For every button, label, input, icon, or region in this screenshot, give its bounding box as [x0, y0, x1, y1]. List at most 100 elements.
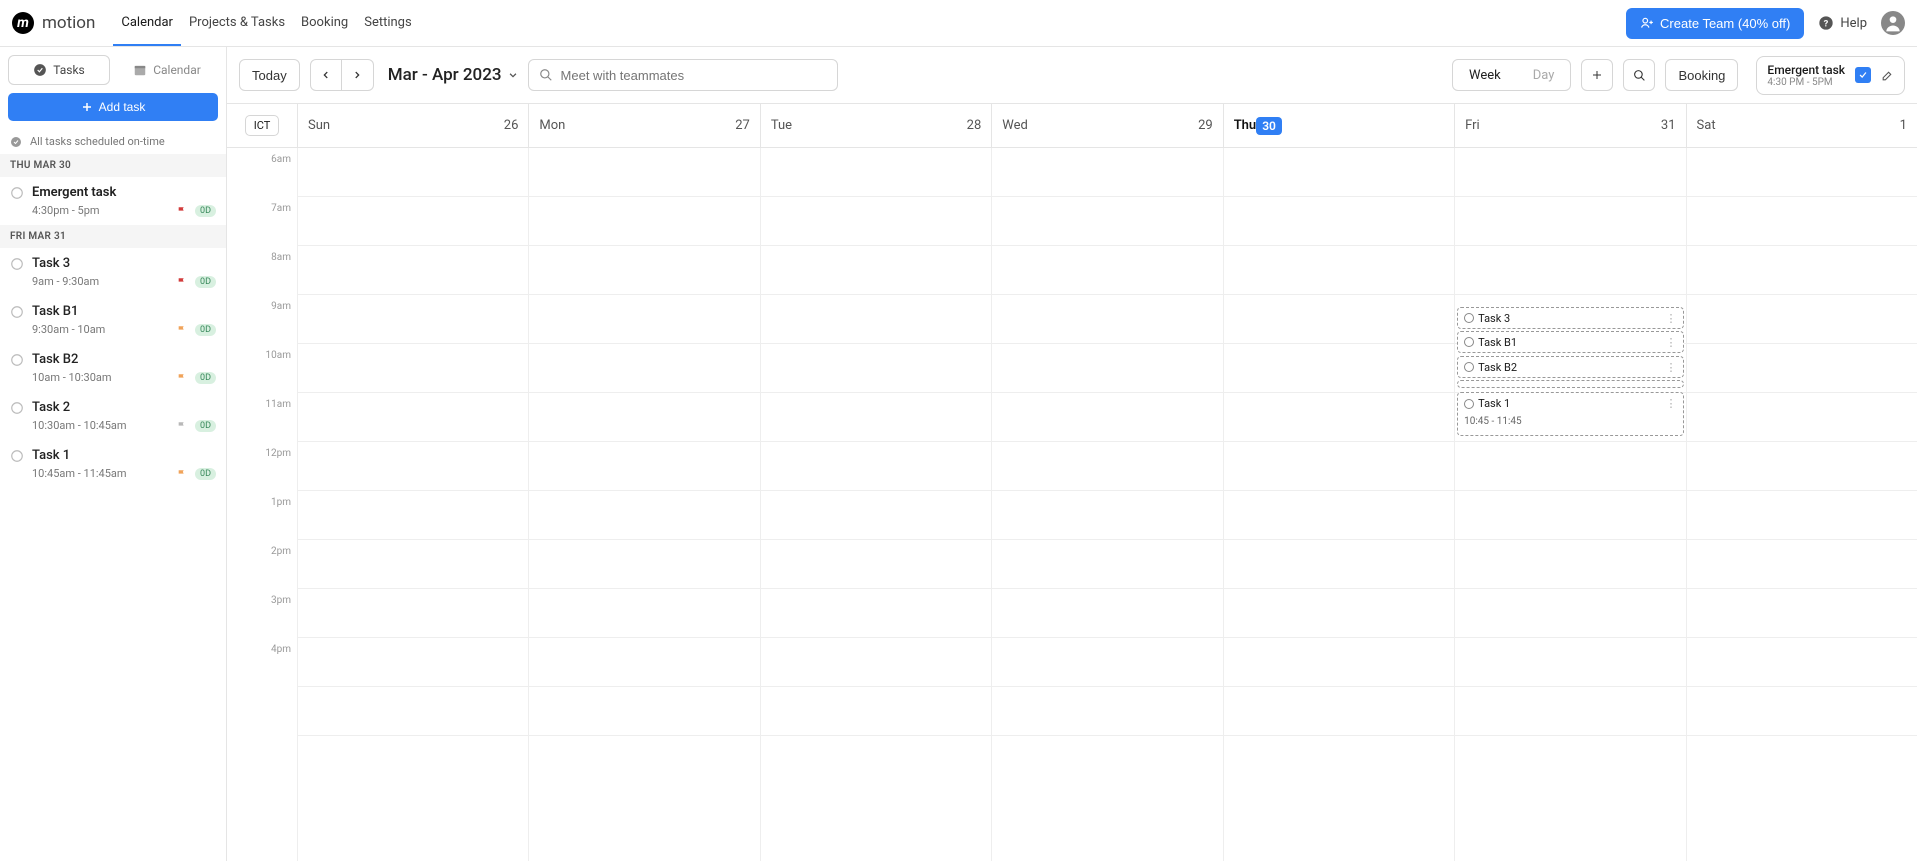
search-button[interactable] [1623, 59, 1655, 91]
event-title: Task 1 [1478, 397, 1510, 410]
day-number: 28 [967, 118, 982, 133]
hour-label: 6am [227, 154, 297, 203]
circle-icon [1464, 362, 1474, 372]
hour-label: 1pm [227, 497, 297, 546]
calendar-grid: ICT Sun 26 Mon27Tue28Wed29Thu30Fri31Sat1 6… [227, 103, 1917, 861]
nav-booking[interactable]: Booking [293, 1, 356, 46]
more-icon[interactable]: ⋮ [1666, 312, 1677, 325]
task-time: 9:30am - 10am [32, 323, 177, 336]
search-input-wrap[interactable] [528, 59, 838, 91]
brand-name: motion [42, 13, 95, 33]
sidebar: Tasks Calendar Add task All tasks schedu… [0, 47, 227, 861]
more-icon[interactable]: ⋮ [1666, 336, 1677, 349]
task-item[interactable]: Task 2 10:30am - 10:45am 0D [0, 392, 226, 440]
more-icon[interactable]: ⋮ [1666, 397, 1677, 410]
day-header[interactable]: Wed29 [991, 104, 1222, 147]
sidebar-tab-calendar-label: Calendar [153, 63, 201, 77]
calendar-event[interactable] [1457, 380, 1683, 388]
nav-settings[interactable]: Settings [356, 1, 419, 46]
selected-event-time: 4:30 PM - 5PM [1767, 77, 1845, 88]
add-task-label: Add task [99, 100, 146, 114]
day-header[interactable]: Mon27 [528, 104, 759, 147]
calendar-event[interactable]: Task 1 ⋮ 10:45 - 11:45 [1457, 392, 1683, 436]
sidebar-tab-tasks[interactable]: Tasks [8, 55, 110, 85]
task-name: Task B1 [32, 304, 78, 319]
day-column[interactable] [1686, 148, 1917, 861]
calendar-header-row: ICT Sun 26 Mon27Tue28Wed29Thu30Fri31Sat1 [227, 104, 1917, 148]
calendar-event[interactable]: Task B2 ⋮ [1457, 356, 1683, 378]
day-column[interactable] [760, 148, 991, 861]
nav-calendar[interactable]: Calendar [113, 1, 181, 46]
time-column: 6am7am8am9am10am11am12pm1pm2pm3pm4pm [227, 148, 297, 861]
svg-text:?: ? [1824, 18, 1829, 29]
timezone-label[interactable]: ICT [245, 115, 280, 136]
day-column[interactable] [528, 148, 759, 861]
plus-icon [81, 101, 93, 113]
add-button[interactable] [1581, 59, 1613, 91]
logo: m [12, 12, 34, 34]
task-group-header: FRI MAR 31 [0, 225, 226, 248]
day-header[interactable]: Thu30 [1223, 104, 1454, 147]
day-column[interactable] [991, 148, 1222, 861]
today-button[interactable]: Today [239, 59, 300, 91]
day-header[interactable]: Tue28 [760, 104, 991, 147]
nav-projects[interactable]: Projects & Tasks [181, 1, 293, 46]
day-column[interactable] [1223, 148, 1454, 861]
next-button[interactable] [342, 59, 374, 91]
day-name: Sun [308, 118, 330, 133]
circle-icon [10, 305, 24, 319]
content-area: Today Mar - Apr 2023 Week Day Booking [227, 47, 1917, 861]
calendar-event[interactable]: Task 3⋮ [1457, 307, 1683, 329]
task-time: 10am - 10:30am [32, 371, 177, 384]
search-input[interactable] [561, 68, 827, 83]
view-week[interactable]: Week [1453, 60, 1517, 90]
day-name: Mon [539, 118, 565, 133]
help-link[interactable]: ? Help [1818, 15, 1867, 31]
check-circle-icon [10, 136, 22, 148]
circle-icon [10, 449, 24, 463]
help-icon: ? [1818, 15, 1834, 31]
booking-button[interactable]: Booking [1665, 59, 1738, 91]
user-avatar[interactable] [1881, 11, 1905, 35]
add-task-button[interactable]: Add task [8, 93, 218, 121]
task-item[interactable]: Emergent task 4:30pm - 5pm 0D [0, 177, 226, 225]
event-title: Task B2 [1478, 361, 1517, 374]
schedule-status-label: All tasks scheduled on-time [30, 135, 165, 148]
view-segment: Week Day [1452, 59, 1571, 91]
task-item[interactable]: Task B2 10am - 10:30am 0D [0, 344, 226, 392]
create-team-label: Create Team (40% off) [1660, 16, 1790, 31]
task-name: Emergent task [32, 185, 116, 200]
task-group-header: THU MAR 30 [0, 154, 226, 177]
day-column[interactable] [297, 148, 528, 861]
day-header[interactable]: Sun 26 [297, 104, 528, 147]
day-columns: Task 3⋮Task B1⋮ Task B2 ⋮ Task 1 ⋮ 10:45 - 11… [297, 148, 1917, 861]
calendar-event[interactable]: Task B1⋮ [1457, 331, 1683, 353]
task-time: 10:30am - 10:45am [32, 419, 177, 432]
task-item[interactable]: Task B1 9:30am - 10am 0D [0, 296, 226, 344]
day-header[interactable]: Fri31 [1454, 104, 1685, 147]
sidebar-tab-calendar[interactable]: Calendar [116, 55, 218, 85]
task-item[interactable]: Task 1 10:45am - 11:45am 0D [0, 440, 226, 488]
flag-icon [177, 277, 187, 287]
day-number: 26 [504, 118, 519, 133]
hour-label: 8am [227, 252, 297, 301]
prev-button[interactable] [310, 59, 342, 91]
task-item[interactable]: Task 3 9am - 9:30am 0D [0, 248, 226, 296]
top-nav: m motion Calendar Projects & Tasks Booki… [0, 0, 1917, 47]
task-name: Task 1 [32, 448, 70, 463]
more-icon[interactable]: ⋮ [1666, 361, 1677, 374]
month-label[interactable]: Mar - Apr 2023 [388, 65, 518, 85]
month-text: Mar - Apr 2023 [388, 65, 502, 85]
day-name: Wed [1002, 118, 1028, 133]
selected-event-title: Emergent task [1767, 63, 1845, 77]
task-name: Task 2 [32, 400, 70, 415]
check-circle-icon [33, 63, 47, 77]
edit-icon[interactable] [1881, 69, 1894, 82]
day-header[interactable]: Sat1 [1686, 104, 1917, 147]
view-day[interactable]: Day [1517, 60, 1571, 90]
day-column[interactable]: Task 3⋮Task B1⋮ Task B2 ⋮ Task 1 ⋮ 10:45 - 11… [1454, 148, 1685, 861]
event-time: 10:45 - 11:45 [1464, 416, 1522, 427]
day-name: Thu [1234, 118, 1257, 133]
create-team-button[interactable]: Create Team (40% off) [1626, 8, 1804, 39]
complete-checkbox[interactable] [1855, 67, 1871, 83]
